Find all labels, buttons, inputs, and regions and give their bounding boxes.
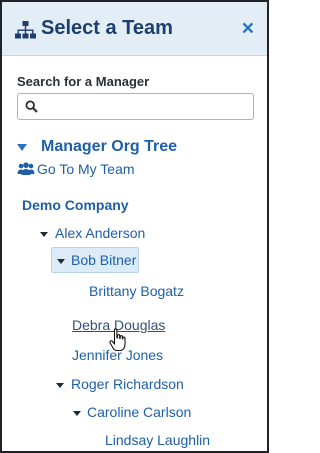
panel-title: Select a Team (41, 17, 173, 39)
tree-node[interactable]: Brittany Bogatz (89, 283, 189, 301)
select-team-panel: Select a Team × Search for a Manager Man… (0, 0, 269, 453)
company-name: Demo Company (22, 197, 129, 213)
node-label: Caroline Carlson (87, 404, 192, 420)
node-label: Bob Bitner (71, 252, 137, 268)
expand-triangle-icon (56, 383, 64, 388)
tree-node[interactable]: Jennifer Jones (72, 347, 172, 365)
expand-triangle-icon (57, 259, 65, 264)
tree-node[interactable]: Caroline Carlson (73, 404, 203, 422)
node-label: Lindsay Laughlin (105, 432, 211, 448)
node-label: Debra Douglas (72, 317, 166, 333)
search-icon (25, 100, 38, 113)
tree-node-selected[interactable]: Bob Bitner (57, 252, 137, 270)
node-label: Jennifer Jones (72, 347, 164, 363)
node-label: Roger Richardson (71, 376, 184, 392)
users-icon (17, 162, 35, 175)
tree-node[interactable]: Alex Anderson (40, 225, 160, 243)
go-to-my-team-link[interactable]: Go To My Team (17, 161, 137, 179)
go-to-my-team-label: Go To My Team (37, 161, 135, 177)
expand-triangle-icon (73, 411, 81, 416)
tree-node[interactable]: Lindsay Laughlin (105, 432, 215, 450)
org-tree-toggle[interactable]: Manager Org Tree (17, 138, 197, 158)
manager-search-field[interactable] (17, 93, 254, 120)
tree-node-company[interactable]: Demo Company (22, 197, 132, 215)
search-label: Search for a Manager (17, 74, 150, 89)
panel-header: Select a Team × (2, 2, 267, 56)
node-label: Alex Anderson (55, 225, 146, 241)
tree-node[interactable]: Debra Douglas (72, 317, 172, 335)
node-label: Brittany Bogatz (89, 283, 184, 299)
tree-node[interactable]: Roger Richardson (56, 376, 196, 394)
expand-triangle-icon (40, 232, 48, 237)
org-tree-heading: Manager Org Tree (41, 138, 178, 155)
manager-search-input[interactable] (44, 97, 249, 117)
close-button[interactable]: × (242, 17, 254, 41)
org-hierarchy-icon (15, 21, 36, 39)
collapse-triangle-icon (17, 144, 27, 151)
